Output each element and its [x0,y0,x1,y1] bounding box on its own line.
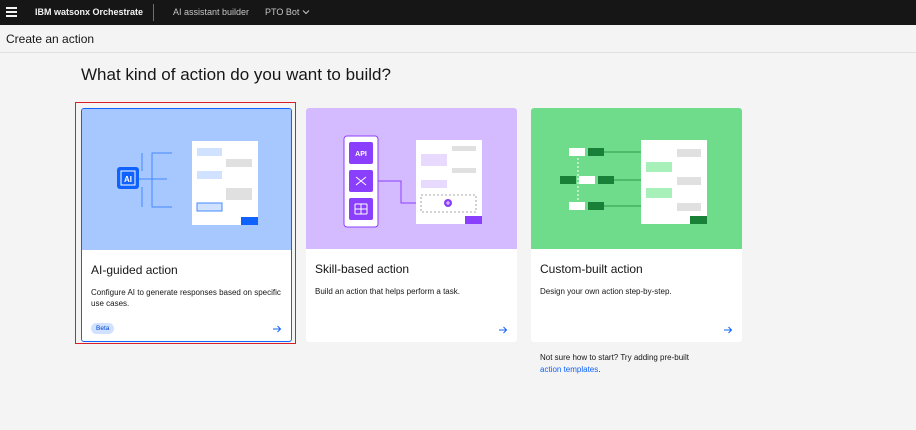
card-title: AI-guided action [91,263,178,277]
card-title: Skill-based action [315,262,410,276]
ai-guided-illustration: AI [82,109,291,250]
card-description: Configure AI to generate responses based… [91,288,281,308]
custom-built-action-card[interactable]: Custom-built action Design your own acti… [531,108,742,342]
nav-assistant-builder[interactable]: AI assistant builder [173,7,249,17]
templates-tip: Not sure how to start? Try adding pre-bu… [540,352,740,376]
api-icon-label: API [355,151,367,158]
header-divider [153,4,154,21]
page-title-bar: Create an action [0,25,916,53]
illustration-background [82,109,291,250]
arrow-right-icon[interactable] [498,325,508,335]
top-header: IBM watsonx Orchestrate AI assistant bui… [0,0,916,25]
ai-icon-label: AI [124,175,132,184]
assistant-switcher[interactable]: PTO Bot [265,7,310,17]
card-description: Design your own action step-by-step. [540,287,672,296]
page-title: Create an action [6,32,95,46]
arrow-right-icon[interactable] [723,325,733,335]
tip-suffix: . [598,365,601,374]
ai-guided-action-card[interactable]: AI AI-guided action Configure AI to gene… [81,108,292,342]
section-heading: What kind of action do you want to build… [81,65,391,84]
menu-icon[interactable] [6,7,17,18]
tip-text: Not sure how to start? Try adding pre-bu… [540,353,689,362]
illustration-background [306,108,517,249]
action-templates-link[interactable]: action templates [540,365,598,374]
product-name[interactable]: IBM watsonx Orchestrate [35,7,143,17]
skill-based-illustration: API [306,108,517,249]
card-title: Custom-built action [540,262,643,276]
skill-based-action-card[interactable]: API Skill-based action Build an action t… [306,108,517,342]
assistant-name: PTO Bot [265,7,300,17]
chevron-down-icon [302,10,310,15]
arrow-right-icon[interactable] [272,324,282,334]
card-description: Build an action that helps perform a tas… [315,287,460,296]
custom-built-illustration [531,108,742,249]
beta-badge: Beta [91,323,115,334]
